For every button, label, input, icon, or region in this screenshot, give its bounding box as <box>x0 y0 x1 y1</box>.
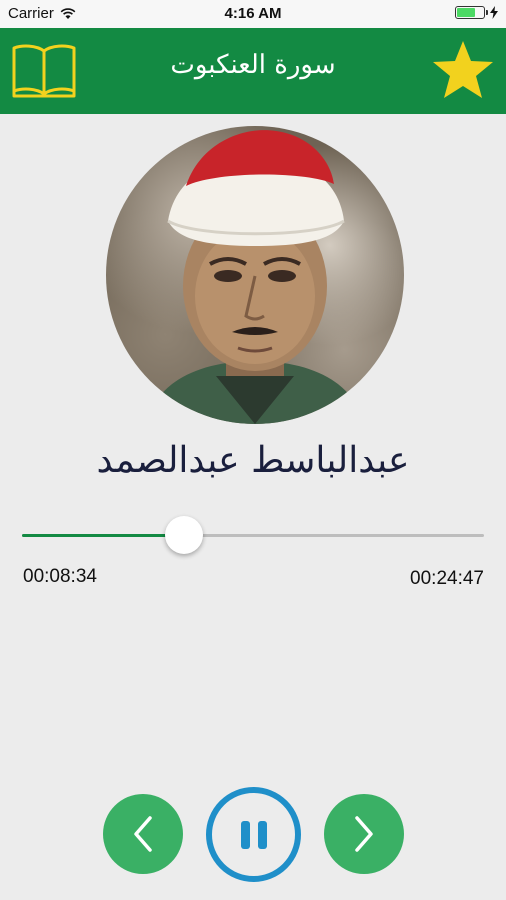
reciter-photo <box>106 126 404 424</box>
battery-icon <box>455 6 488 19</box>
nav-bar: سورة العنكبوت <box>0 28 506 114</box>
reciter-name: عبدالباسط عبدالصمد <box>96 440 410 481</box>
chevron-left-icon <box>134 816 152 852</box>
charging-bolt-icon <box>490 6 498 19</box>
star-icon <box>433 41 493 98</box>
status-bar: Carrier 4:16 AM <box>0 0 506 28</box>
pause-button[interactable] <box>206 787 301 882</box>
seek-thumb[interactable] <box>164 516 203 554</box>
pause-icon <box>237 820 271 849</box>
status-right <box>455 6 498 19</box>
previous-button[interactable] <box>103 794 183 874</box>
seek-track[interactable] <box>22 516 484 554</box>
chevron-right-icon <box>355 816 373 852</box>
seek-progress <box>22 534 184 537</box>
favorite-button[interactable] <box>430 38 496 102</box>
battery-level <box>457 8 475 17</box>
reciter-portrait <box>146 130 364 424</box>
elapsed-time: 00:08:34 <box>23 566 97 587</box>
next-button[interactable] <box>324 794 404 874</box>
status-time: 4:16 AM <box>224 5 282 22</box>
total-time: 00:24:47 <box>410 568 484 589</box>
